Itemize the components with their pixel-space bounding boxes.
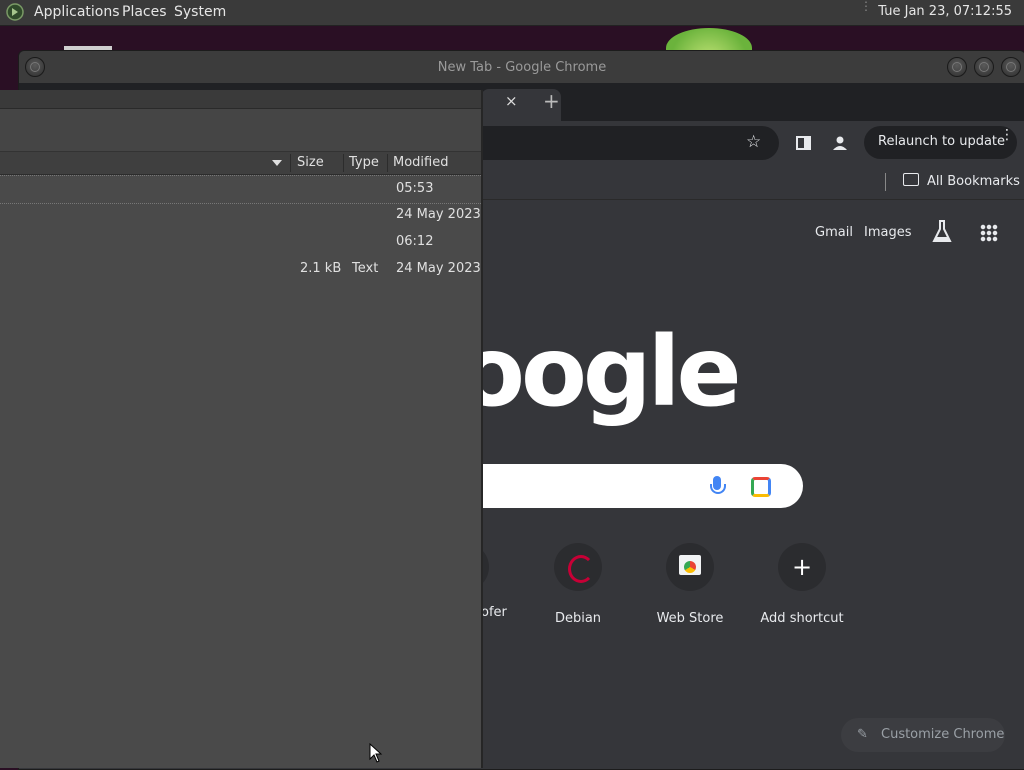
file-manager-window: Size Type Modified 05:53 24 May 2023 06:… bbox=[0, 90, 483, 768]
applications-menu[interactable]: Applications bbox=[34, 4, 120, 20]
web-store-icon bbox=[679, 555, 701, 575]
folder-icon bbox=[903, 173, 919, 186]
column-type[interactable]: Type bbox=[349, 155, 379, 170]
maximize-button[interactable] bbox=[974, 57, 994, 77]
labs-flask-icon[interactable] bbox=[931, 219, 953, 245]
google-logo: oogle bbox=[459, 316, 742, 428]
panel-separator-icon: ⋮ bbox=[860, 0, 872, 13]
pencil-icon: ✎ bbox=[857, 727, 868, 742]
cell-modified: 24 May 2023 bbox=[396, 261, 481, 276]
sort-descending-icon[interactable] bbox=[272, 160, 282, 166]
column-divider bbox=[387, 154, 388, 172]
ntp-search-box[interactable]: RL bbox=[459, 464, 803, 508]
google-apps-icon[interactable] bbox=[980, 224, 998, 242]
shortcut-tile bbox=[554, 543, 602, 591]
column-divider bbox=[343, 154, 344, 172]
column-header-row: Size Type Modified bbox=[0, 152, 481, 175]
cell-modified: 06:12 bbox=[396, 234, 434, 249]
places-menu[interactable]: Places bbox=[122, 4, 167, 20]
minimize-button[interactable] bbox=[947, 57, 967, 77]
gmail-link[interactable]: Gmail bbox=[815, 225, 853, 240]
cell-modified: 05:53 bbox=[396, 181, 434, 196]
shortcut-tile: + bbox=[778, 543, 826, 591]
column-divider bbox=[290, 154, 291, 172]
new-tab-button[interactable]: + bbox=[543, 89, 560, 113]
plus-icon: + bbox=[791, 553, 813, 581]
relaunch-label: Relaunch to update bbox=[878, 134, 1006, 149]
gnome-foot-icon[interactable] bbox=[6, 3, 24, 21]
file-row[interactable]: 2.1 kB Text 24 May 2023 bbox=[0, 256, 481, 283]
clock[interactable]: Tue Jan 23, 07:12:55 bbox=[878, 4, 1012, 19]
customize-chrome-button[interactable]: ✎ Customize Chrome bbox=[841, 718, 1005, 752]
file-manager-titlebar[interactable] bbox=[0, 90, 481, 109]
shortcut-web-store[interactable]: Web Store bbox=[645, 543, 735, 626]
customize-label: Customize Chrome bbox=[881, 727, 1005, 742]
address-bar[interactable] bbox=[459, 126, 779, 160]
system-menu[interactable]: System bbox=[174, 4, 226, 20]
shortcut-label: Debian bbox=[554, 611, 602, 626]
images-link[interactable]: Images bbox=[864, 225, 912, 240]
column-size[interactable]: Size bbox=[297, 155, 324, 170]
relaunch-to-update-button[interactable]: Relaunch to update ⋮ bbox=[864, 126, 1017, 159]
cell-type: Text bbox=[352, 261, 379, 276]
profile-icon[interactable] bbox=[832, 135, 848, 151]
window-title: New Tab - Google Chrome bbox=[437, 60, 607, 75]
close-window-button[interactable] bbox=[1001, 57, 1021, 77]
shortcut-debian[interactable]: Debian bbox=[533, 543, 623, 626]
file-row[interactable]: 24 May 2023 bbox=[0, 202, 481, 229]
bookmark-star-icon[interactable]: ☆ bbox=[746, 132, 761, 152]
side-panel-icon[interactable] bbox=[796, 136, 811, 150]
cell-size: 2.1 kB bbox=[300, 261, 342, 276]
kebab-menu-icon: ⋮ bbox=[1000, 127, 1014, 143]
tab-close-icon[interactable]: × bbox=[505, 92, 518, 110]
shortcut-label: Add shortcut bbox=[760, 611, 844, 626]
top-panel: Applications Places System ⋮ Tue Jan 23,… bbox=[0, 0, 1024, 26]
shortcut-add[interactable]: + Add shortcut bbox=[757, 543, 847, 626]
column-modified[interactable]: Modified bbox=[393, 155, 448, 170]
mouse-cursor-icon bbox=[369, 743, 383, 763]
file-row[interactable]: 05:53 bbox=[0, 175, 481, 204]
shortcut-tile bbox=[666, 543, 714, 591]
all-bookmarks-button[interactable]: All Bookmarks bbox=[903, 173, 1020, 189]
debian-icon bbox=[568, 555, 594, 583]
all-bookmarks-label: All Bookmarks bbox=[927, 174, 1020, 189]
bookmarks-separator bbox=[885, 173, 886, 191]
google-lens-icon[interactable] bbox=[751, 477, 771, 497]
shortcut-label: Web Store bbox=[656, 611, 724, 626]
chrome-titlebar[interactable]: New Tab - Google Chrome bbox=[19, 51, 1024, 83]
cell-modified: 24 May 2023 bbox=[396, 207, 481, 222]
file-row[interactable]: 06:12 bbox=[0, 229, 481, 256]
shortcut-label: ofer bbox=[481, 605, 507, 620]
file-manager-toolbar bbox=[0, 109, 481, 152]
voice-search-icon[interactable] bbox=[710, 476, 726, 494]
